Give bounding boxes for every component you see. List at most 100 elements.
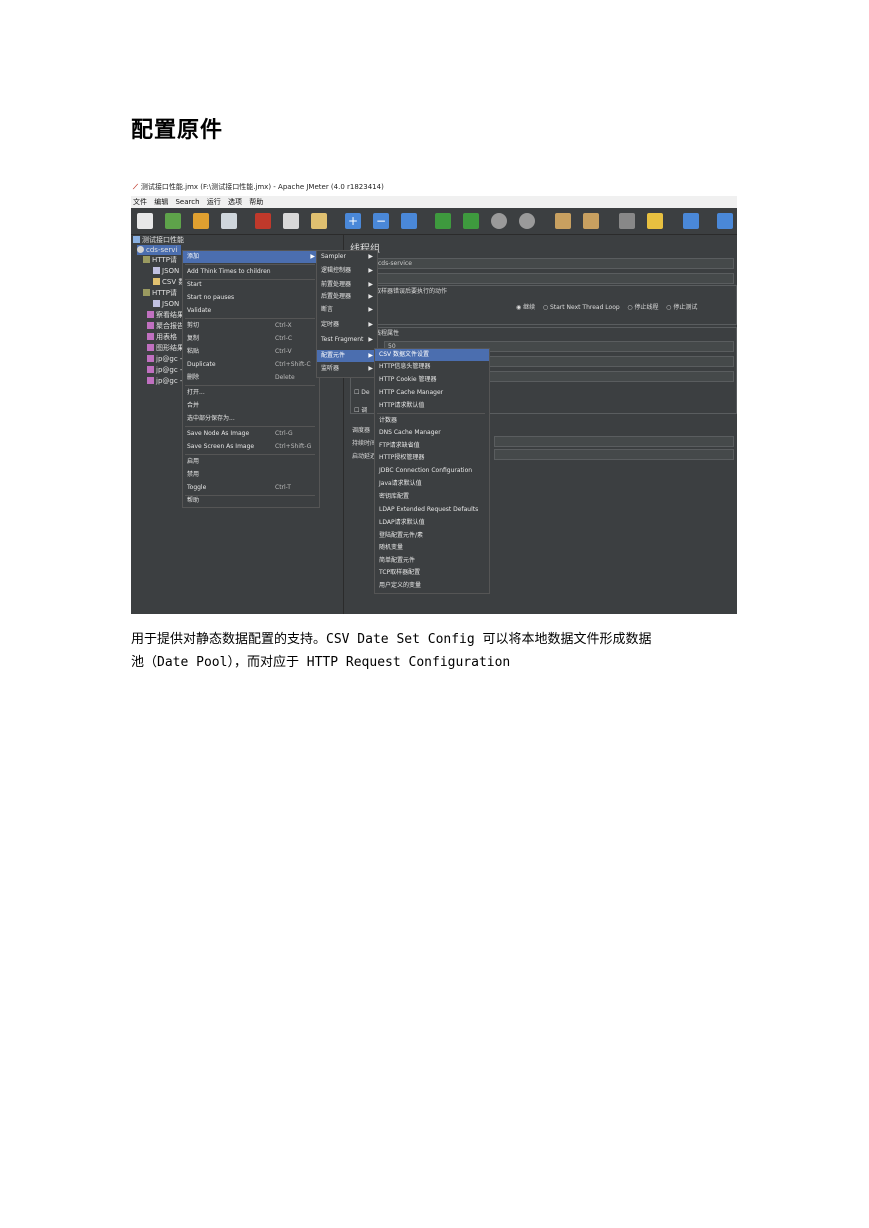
config-item-login-config[interactable]: 登陆配置元件/素 (375, 530, 489, 542)
shutdown-icon[interactable] (519, 213, 535, 229)
menu-item-add[interactable]: 添加 ▶ (183, 251, 319, 263)
submenu-item-assertion[interactable]: 断言 ▶ (317, 304, 377, 316)
menu-file[interactable]: 文件 (133, 198, 147, 206)
menu-item-copy[interactable]: 复制 Ctrl-C (183, 333, 319, 345)
tree-item[interactable]: jp@gc - (147, 365, 182, 375)
toggle-icon[interactable] (401, 213, 417, 229)
radio-next-loop[interactable]: ○ Start Next Thread Loop (543, 304, 620, 311)
config-item-ftp-defaults[interactable]: FTP请求缺省值 (375, 440, 489, 452)
tree-item[interactable]: HTTP请 (143, 255, 177, 265)
templates-icon[interactable] (165, 213, 181, 229)
menu-item-save-screen-image[interactable]: Save Screen As Image Ctrl+Shift-G (183, 441, 319, 453)
startup-delay-field[interactable] (494, 449, 734, 460)
collapse-icon[interactable]: − (373, 213, 389, 229)
tree-item[interactable]: 用表格 (147, 332, 177, 342)
submenu-item-logic-controller[interactable]: 逻辑控制器 ▶ (317, 265, 377, 277)
expand-icon[interactable]: + (345, 213, 361, 229)
menu-help[interactable]: 帮助 (249, 198, 263, 206)
menu-item-help[interactable]: 帮助 (183, 495, 319, 507)
duration-field[interactable] (494, 436, 734, 447)
jmeter-screenshot: ⟋ 测试接口性能.jmx (F:\测试接口性能.jmx) - Apache JMe… (131, 178, 737, 614)
start-no-pause-icon[interactable] (463, 213, 479, 229)
copy-icon[interactable] (283, 213, 299, 229)
new-icon[interactable] (137, 213, 153, 229)
config-item-java-defaults[interactable]: Java请求默认值 (375, 478, 489, 490)
checkbox-scheduler[interactable]: ☐ 调 (354, 405, 367, 414)
config-item-keystore[interactable]: 密钥库配置 (375, 491, 489, 503)
tree-item[interactable]: 图形结果 (147, 343, 184, 353)
config-item-cache-manager[interactable]: HTTP Cache Manager (375, 387, 489, 399)
menu-item-merge[interactable]: 合并 (183, 400, 319, 412)
config-item-jdbc-config[interactable]: JDBC Connection Configuration (375, 465, 489, 477)
config-item-user-variables[interactable]: 用户定义的变量 (375, 580, 489, 592)
menu-item-duplicate[interactable]: Duplicate Ctrl+Shift-C (183, 359, 319, 371)
search-icon[interactable] (619, 213, 635, 229)
menu-item-paste[interactable]: 粘贴 Ctrl-V (183, 346, 319, 358)
config-item-ldap-defaults[interactable]: LDAP请求默认值 (375, 517, 489, 529)
submenu-arrow-icon: ▶ (368, 321, 373, 328)
submenu-item-sampler[interactable]: Sampler ▶ (317, 251, 377, 263)
menu-item-validate[interactable]: Validate (183, 305, 319, 317)
tree-item[interactable]: 察看结果 (147, 310, 184, 320)
config-item-header-manager[interactable]: HTTP信息头管理器 (375, 361, 489, 373)
tree-item-selected[interactable]: cds-servi (137, 245, 182, 255)
submenu-item-test-fragment[interactable]: Test Fragment ▶ (317, 334, 377, 346)
tree-item[interactable]: 测试接口性能 (133, 235, 184, 245)
clear-icon[interactable] (555, 213, 571, 229)
tree-item[interactable]: 聚合报告 (147, 321, 184, 331)
menu-item-open[interactable]: 打开... (183, 387, 319, 399)
menu-item-enable[interactable]: 启用 (183, 456, 319, 468)
submenu-item-config-element[interactable]: 配置元件 ▶ (317, 350, 377, 362)
menu-item-start-no-pauses[interactable]: Start no pauses (183, 292, 319, 304)
config-item-counter[interactable]: 计数器 (375, 415, 489, 427)
tree-item[interactable]: JSON (153, 266, 179, 276)
help-icon[interactable] (717, 213, 733, 229)
config-item-dns-cache[interactable]: DNS Cache Manager (375, 427, 489, 439)
tree-item[interactable]: JSON (153, 299, 179, 309)
radio-continue[interactable]: ◉ 继续 (516, 304, 535, 311)
stop-icon[interactable] (491, 213, 507, 229)
paste-icon[interactable] (311, 213, 327, 229)
save-icon[interactable] (221, 213, 237, 229)
menu-search[interactable]: Search (175, 198, 199, 206)
config-item-ldap-extended[interactable]: LDAP Extended Request Defaults (375, 504, 489, 516)
tree-item[interactable]: CSV 数 (153, 277, 185, 287)
menu-run[interactable]: 运行 (207, 198, 221, 206)
tree-item[interactable]: jp@gc - (147, 376, 182, 386)
comments-field[interactable] (374, 273, 734, 284)
menu-item-think-times[interactable]: Add Think Times to children (183, 266, 319, 278)
tree-item[interactable]: HTTP请 (143, 288, 177, 298)
menu-item-delete[interactable]: 删除 Delete (183, 372, 319, 384)
submenu-item-listener[interactable]: 监听器 ▶ (317, 363, 377, 375)
open-icon[interactable] (193, 213, 209, 229)
radio-stop-test[interactable]: ○ 停止测试 (666, 304, 697, 311)
start-icon[interactable] (435, 213, 451, 229)
menu-separator (185, 318, 315, 319)
config-item-cookie-manager[interactable]: HTTP Cookie 管理器 (375, 374, 489, 386)
submenu-item-timer[interactable]: 定时器 ▶ (317, 319, 377, 331)
config-item-http-defaults[interactable]: HTTP请求默认值 (375, 400, 489, 412)
menu-item-toggle[interactable]: Toggle Ctrl-T (183, 482, 319, 494)
menu-edit[interactable]: 编辑 (154, 198, 168, 206)
config-item-auth-manager[interactable]: HTTP授权管理器 (375, 452, 489, 464)
menu-options[interactable]: 选项 (228, 198, 242, 206)
radio-stop-thread[interactable]: ○ 停止线程 (627, 304, 658, 311)
checkbox-delay[interactable]: ☐ De (354, 389, 370, 396)
tree-item[interactable]: jp@gc - (147, 354, 182, 364)
menu-item-start[interactable]: Start (183, 279, 319, 291)
submenu-item-pre-processor[interactable]: 前置处理器 ▶ (317, 279, 377, 291)
name-field[interactable]: cds-service (374, 258, 734, 269)
menu-item-disable[interactable]: 禁用 (183, 469, 319, 481)
cut-icon[interactable] (255, 213, 271, 229)
function-helper-icon[interactable] (683, 213, 699, 229)
config-item-random-variable[interactable]: 随机变量 (375, 542, 489, 554)
config-item-tcp-config[interactable]: TCP取样器配置 (375, 567, 489, 579)
reset-search-icon[interactable] (647, 213, 663, 229)
submenu-item-post-processor[interactable]: 后置处理器 ▶ (317, 291, 377, 303)
menu-item-save-selection[interactable]: 选中部分保存为... (183, 413, 319, 425)
clear-all-icon[interactable] (583, 213, 599, 229)
config-item-csv-data-set[interactable]: CSV 数据文件设置 (375, 349, 489, 361)
menu-item-save-node-image[interactable]: Save Node As Image Ctrl-G (183, 428, 319, 440)
menu-item-cut[interactable]: 剪切 Ctrl-X (183, 320, 319, 332)
config-item-simple-config[interactable]: 简单配置元件 (375, 555, 489, 567)
